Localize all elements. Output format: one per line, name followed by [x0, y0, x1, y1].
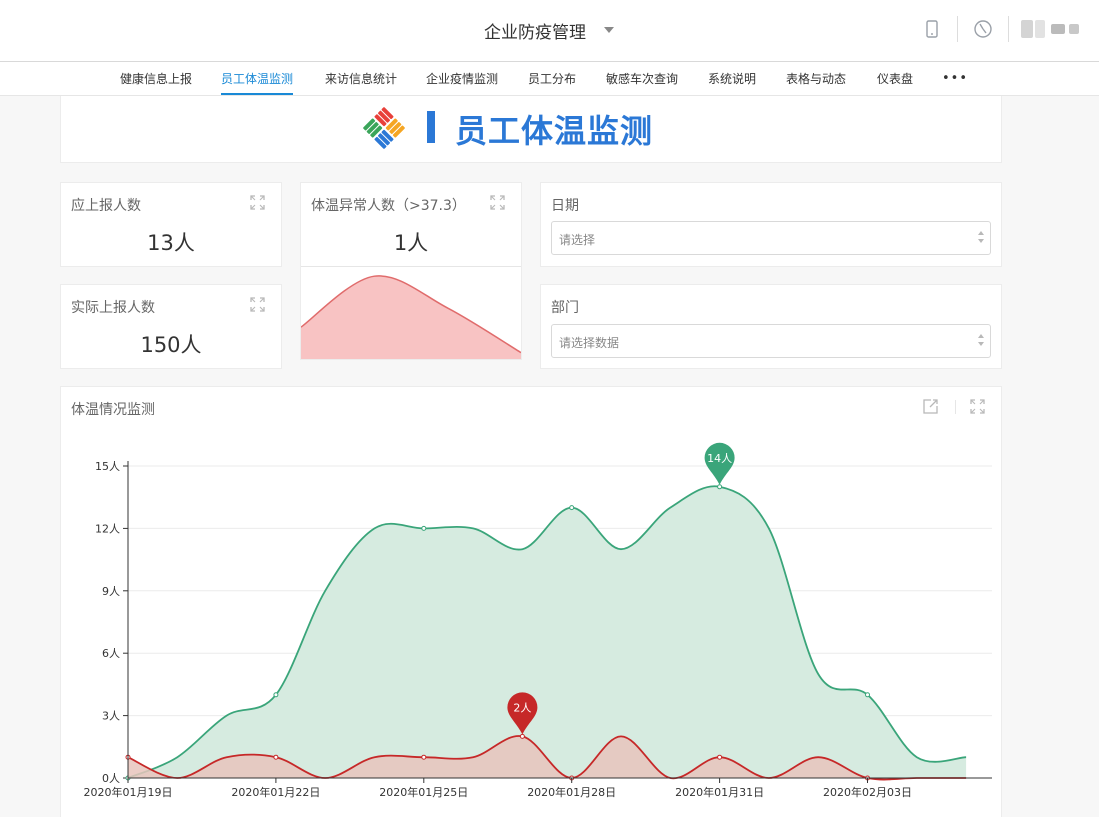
- stat-value: 13人: [147, 231, 195, 255]
- y-tick-label: 9人: [102, 585, 120, 598]
- stat-label: 实际上报人数: [71, 300, 155, 316]
- tab-health-report[interactable]: 健康信息上报: [120, 62, 192, 95]
- temperature-area-chart: 0人 3人 6人 9人 12人 15人 2020年01月19日 2020年01月22日 2020…: [84, 442, 992, 799]
- x-tick-label: 2020年01月28日: [527, 785, 616, 799]
- top-bar: 企业防疫管理: [0, 0, 1099, 62]
- page-title: 员工体温监测: [455, 112, 654, 150]
- y-tick-label: 6人: [102, 647, 120, 660]
- marker-label: 2人: [513, 701, 531, 714]
- divider: [955, 400, 956, 414]
- mini-area-chart: [301, 275, 521, 359]
- data-point: [519, 733, 525, 739]
- x-tick-label: 2020年01月25日: [379, 785, 468, 799]
- y-tick-label: 15人: [95, 460, 120, 473]
- dashboard-icon[interactable]: [970, 16, 996, 42]
- data-point: [569, 505, 575, 511]
- app-title[interactable]: 企业防疫管理: [484, 18, 586, 43]
- x-tick-label: 2020年02月03日: [823, 785, 912, 799]
- series-area-0: [128, 486, 967, 778]
- department-select[interactable]: 请选择数据: [551, 324, 991, 358]
- y-tick-label: 3人: [102, 710, 120, 723]
- filter-label: 部门: [551, 300, 579, 316]
- sort-arrows-icon: [978, 334, 984, 346]
- mobile-icon[interactable]: [919, 16, 945, 42]
- data-point: [421, 754, 427, 760]
- data-point: [717, 484, 723, 490]
- filter-label: 日期: [551, 198, 579, 214]
- y-tick-label: 12人: [95, 522, 120, 535]
- tab-employee-distribution[interactable]: 员工分布: [528, 62, 576, 95]
- divider: [1008, 16, 1009, 42]
- x-tick-label: 2020年01月31日: [675, 785, 764, 799]
- x-tick-label: 2020年01月22日: [231, 785, 320, 799]
- select-placeholder: 请选择: [559, 233, 596, 247]
- tab-temperature-monitor[interactable]: 员工体温监测: [221, 62, 294, 95]
- mini-chart-area: [301, 275, 521, 359]
- stat-value: 1人: [393, 231, 429, 255]
- stat-card-actual: 实际上报人数 150人: [60, 284, 282, 369]
- tab-system-info[interactable]: 系统说明: [708, 62, 756, 95]
- filter-card-department: 部门 请选择数据: [540, 284, 1002, 369]
- data-point: [865, 692, 870, 698]
- stat-card-abnormal: 体温异常人数（>37.3） 1人: [300, 182, 522, 360]
- tab-train-query[interactable]: 敏感车次查询: [606, 62, 678, 95]
- stat-value: 150人: [140, 333, 202, 357]
- data-point: [273, 692, 279, 698]
- logo-icon: [363, 107, 405, 149]
- data-point: [717, 754, 723, 760]
- title-accent-bar: [427, 111, 435, 143]
- y-tick-label: 0人: [102, 772, 120, 785]
- tab-bar: 健康信息上报 员工体温监测 来访信息统计 企业疫情监测 员工分布 敏感车次查询 …: [0, 62, 1099, 96]
- marker-label: 14人: [707, 452, 732, 465]
- sort-arrows-icon: [978, 231, 984, 243]
- data-point: [273, 754, 279, 760]
- data-marker-pin: 14人: [704, 442, 735, 485]
- tab-epidemic-monitor[interactable]: 企业疫情监测: [426, 62, 498, 95]
- stat-label: 应上报人数: [71, 198, 141, 214]
- date-select[interactable]: 请选择: [551, 221, 991, 255]
- divider: [957, 16, 958, 42]
- data-point: [421, 525, 427, 531]
- stat-card-expected: 应上报人数 13人: [60, 182, 282, 267]
- expand-icon[interactable]: [249, 194, 266, 211]
- export-icon[interactable]: [922, 398, 939, 415]
- select-placeholder: 请选择数据: [559, 336, 620, 350]
- more-icon[interactable]: •••: [942, 72, 968, 85]
- tab-tables-dynamics[interactable]: 表格与动态: [786, 62, 846, 95]
- expand-icon[interactable]: [489, 194, 506, 211]
- chart-title: 体温情况监测: [71, 402, 155, 418]
- user-avatar-blurred[interactable]: [1021, 20, 1087, 38]
- x-tick-label: 2020年01月19日: [84, 785, 173, 799]
- filter-card-date: 日期 请选择: [540, 182, 1002, 267]
- chevron-down-icon[interactable]: [604, 27, 614, 33]
- expand-icon[interactable]: [249, 296, 266, 313]
- tab-visitor-stats[interactable]: 来访信息统计: [325, 62, 397, 95]
- tab-dashboard[interactable]: 仪表盘: [877, 62, 913, 95]
- stat-label: 体温异常人数（>37.3）: [311, 198, 466, 214]
- expand-icon[interactable]: [969, 398, 986, 415]
